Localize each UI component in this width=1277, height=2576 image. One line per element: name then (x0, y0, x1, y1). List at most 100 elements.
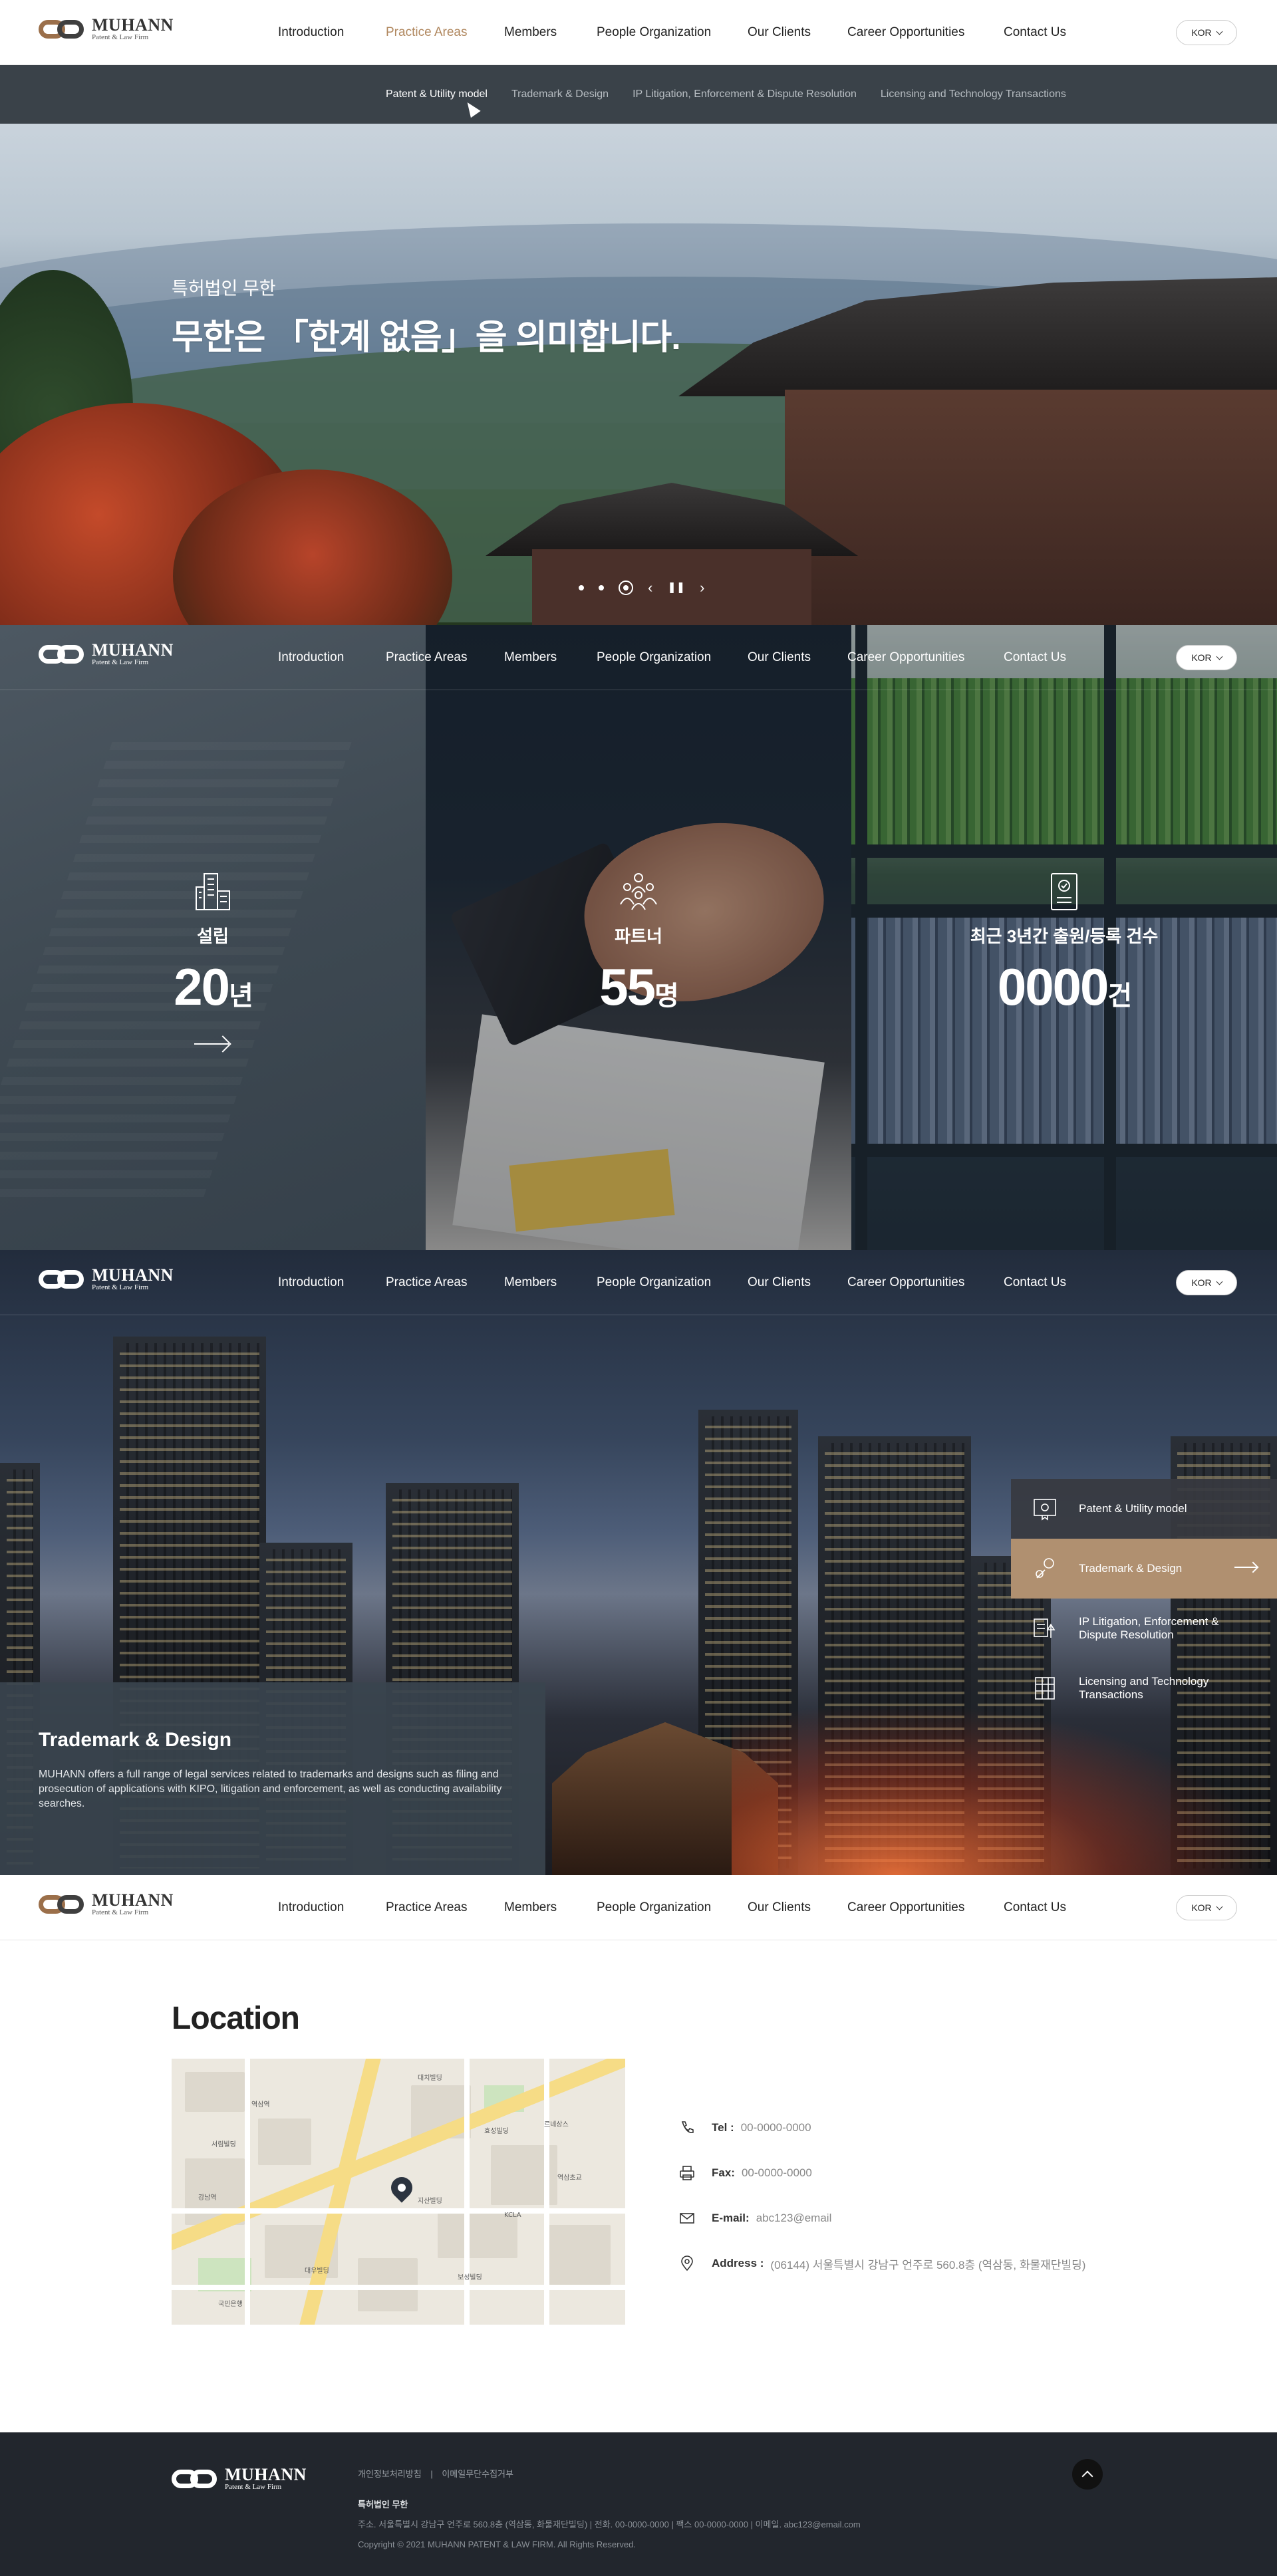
nav-our-clients[interactable]: Our Clients (748, 1275, 847, 1290)
nav-our-clients[interactable]: Our Clients (748, 25, 847, 40)
language-selector[interactable]: KOR (1176, 645, 1237, 670)
nav-people-organization[interactable]: People Organization (597, 25, 748, 40)
arrow-right-icon (1234, 1567, 1257, 1568)
location-section: MUHANN Patent & Law Firm Introduction Pr… (0, 1875, 1277, 2576)
main-nav: Introduction Practice Areas Members Peop… (278, 625, 1066, 690)
logo-mark-icon (39, 1891, 86, 1918)
footer-logo[interactable]: MUHANN Patent & Law Firm (172, 2466, 307, 2492)
nav-practice-areas[interactable]: Practice Areas (386, 1275, 504, 1290)
nav-practice-areas[interactable]: Practice Areas (386, 650, 504, 665)
nav-practice-areas[interactable]: Practice Areas (386, 1900, 504, 1915)
stat-label: 최근 3년간 출원/등록 건수 (970, 926, 1159, 946)
slide-dot-1[interactable] (579, 585, 584, 590)
nav-practice-areas[interactable]: Practice Areas (386, 25, 504, 40)
language-selector[interactable]: KOR (1176, 1895, 1237, 1920)
language-selector[interactable]: KOR (1176, 1270, 1237, 1295)
subnav-licensing[interactable]: Licensing and Technology Transactions (881, 88, 1066, 100)
mail-icon (678, 2210, 696, 2227)
nav-members[interactable]: Members (504, 1275, 597, 1290)
stat-value: 55명 (599, 958, 679, 1016)
practice-description: MUHANN offers a full range of legal serv… (39, 1769, 502, 1809)
language-label: KOR (1191, 27, 1212, 38)
footer-address: 주소. 서울특별시 강남구 언주로 560.8층 (역삼동, 화물재단빌딩) |… (358, 2519, 861, 2529)
main-nav: Introduction Practice Areas Members Peop… (278, 1250, 1066, 1315)
main-nav: Introduction Practice Areas Members Peop… (278, 0, 1066, 65)
nav-contact-us[interactable]: Contact Us (1004, 25, 1066, 40)
stats-section: MUHANN Patent & Law Firm Introduction Pr… (0, 625, 1277, 1250)
nav-our-clients[interactable]: Our Clients (748, 1900, 847, 1915)
site-header-overlay: MUHANN Patent & Law Firm Introduction Pr… (0, 1250, 1277, 1315)
language-label: KOR (1191, 652, 1212, 663)
nav-career-opportunities[interactable]: Career Opportunities (847, 1900, 1004, 1915)
slide-dot-2[interactable] (599, 585, 604, 590)
footer-company: 특허법인 무한 (358, 2500, 408, 2510)
logo[interactable]: MUHANN Patent & Law Firm (39, 1891, 174, 1918)
site-header-overlay: MUHANN Patent & Law Firm Introduction Pr… (0, 625, 1277, 690)
location-map[interactable]: 역삼역 강남역 KCLA 효성빌딩 서림빌딩 대치빌딩 르네상스 역삼초교 지산… (172, 2059, 625, 2325)
practice-menu: Patent & Utility model Trademark & Desig… (1011, 1479, 1277, 1718)
subnav-ip-litigation[interactable]: IP Litigation, Enforcement & Dispute Res… (633, 88, 857, 100)
practice-item-litigation[interactable]: IP Litigation, Enforcement & Dispute Res… (1011, 1599, 1277, 1658)
email-refusal-link[interactable]: 이메일무단수집거부 (442, 2469, 513, 2479)
practice-item-patent[interactable]: Patent & Utility model (1011, 1479, 1277, 1539)
logo-name: MUHANN (225, 2465, 307, 2484)
logo[interactable]: MUHANN Patent & Law Firm (39, 16, 174, 43)
nav-contact-us[interactable]: Contact Us (1004, 1275, 1066, 1290)
practice-item-licensing[interactable]: Licensing and Technology Transactions (1011, 1658, 1277, 1718)
contact-fax: Fax: 00-0000-0000 (678, 2150, 1085, 2196)
chevron-down-icon (1216, 28, 1223, 35)
nav-members[interactable]: Members (504, 1900, 597, 1915)
main-nav: Introduction Practice Areas Members Peop… (278, 1875, 1066, 1940)
subnav-trademark-design[interactable]: Trademark & Design (511, 88, 609, 100)
footer-copyright: Copyright © 2021 MUHANN PATENT & LAW FIR… (358, 2539, 636, 2549)
practice-item-trademark[interactable]: Trademark & Design (1011, 1539, 1277, 1599)
nav-career-opportunities[interactable]: Career Opportunities (847, 25, 1004, 40)
nav-career-opportunities[interactable]: Career Opportunities (847, 1275, 1004, 1290)
language-label: KOR (1191, 1902, 1212, 1913)
next-slide-icon[interactable]: › (700, 580, 704, 595)
logo-name: MUHANN (92, 640, 174, 660)
nav-introduction[interactable]: Introduction (278, 1275, 386, 1290)
scroll-top-button[interactable] (1072, 2459, 1103, 2490)
pause-icon[interactable]: ❚❚ (667, 580, 685, 595)
people-icon (618, 871, 659, 912)
nav-people-organization[interactable]: People Organization (597, 1275, 748, 1290)
nav-introduction[interactable]: Introduction (278, 1900, 386, 1915)
nav-contact-us[interactable]: Contact Us (1004, 1900, 1066, 1915)
nav-contact-us[interactable]: Contact Us (1004, 650, 1066, 665)
contact-info: Tel : 00-0000-0000 Fax: 00-0000-0000 E-m… (678, 2105, 1085, 2286)
contact-tel: Tel : 00-0000-0000 (678, 2105, 1085, 2150)
chevron-down-icon (1216, 653, 1223, 660)
slide-dot-3[interactable] (619, 580, 633, 595)
logo[interactable]: MUHANN Patent & Law Firm (39, 1266, 174, 1293)
chevron-down-icon (1216, 1278, 1223, 1285)
nav-members[interactable]: Members (504, 650, 597, 665)
logo-mark-icon (39, 641, 86, 668)
practice-description-box: Trademark & Design MUHANN offers a full … (0, 1682, 545, 1875)
design-icon (1031, 1555, 1059, 1583)
fax-icon (678, 2164, 696, 2182)
prev-slide-icon[interactable]: ‹ (648, 580, 652, 595)
nav-introduction[interactable]: Introduction (278, 650, 386, 665)
arrow-right-icon[interactable] (194, 1035, 231, 1053)
footer-divider: | (430, 2469, 433, 2479)
stat-label: 설립 (197, 926, 229, 946)
hero-title: 무한은 「한계 없음」을 의미합니다. (172, 319, 681, 357)
logo-mark-icon (172, 2466, 219, 2492)
nav-people-organization[interactable]: People Organization (597, 650, 748, 665)
language-selector[interactable]: KOR (1176, 20, 1237, 45)
building-icon (192, 871, 233, 912)
privacy-policy-link[interactable]: 개인정보처리방침 (358, 2469, 422, 2479)
logo-mark-icon (39, 16, 86, 43)
site-header: MUHANN Patent & Law Firm Introduction Pr… (0, 1875, 1277, 1940)
site-footer: MUHANN Patent & Law Firm 개인정보처리방침 | 이메일무… (0, 2432, 1277, 2576)
logo[interactable]: MUHANN Patent & Law Firm (39, 641, 174, 668)
nav-our-clients[interactable]: Our Clients (748, 650, 847, 665)
nav-introduction[interactable]: Introduction (278, 25, 386, 40)
nav-career-opportunities[interactable]: Career Opportunities (847, 650, 1004, 665)
nav-people-organization[interactable]: People Organization (597, 1900, 748, 1915)
hero-image (0, 124, 1277, 625)
nav-members[interactable]: Members (504, 25, 597, 40)
stat-founded: 설립 20년 (0, 625, 426, 1250)
practice-section: MUHANN Patent & Law Firm Introduction Pr… (0, 1250, 1277, 1875)
